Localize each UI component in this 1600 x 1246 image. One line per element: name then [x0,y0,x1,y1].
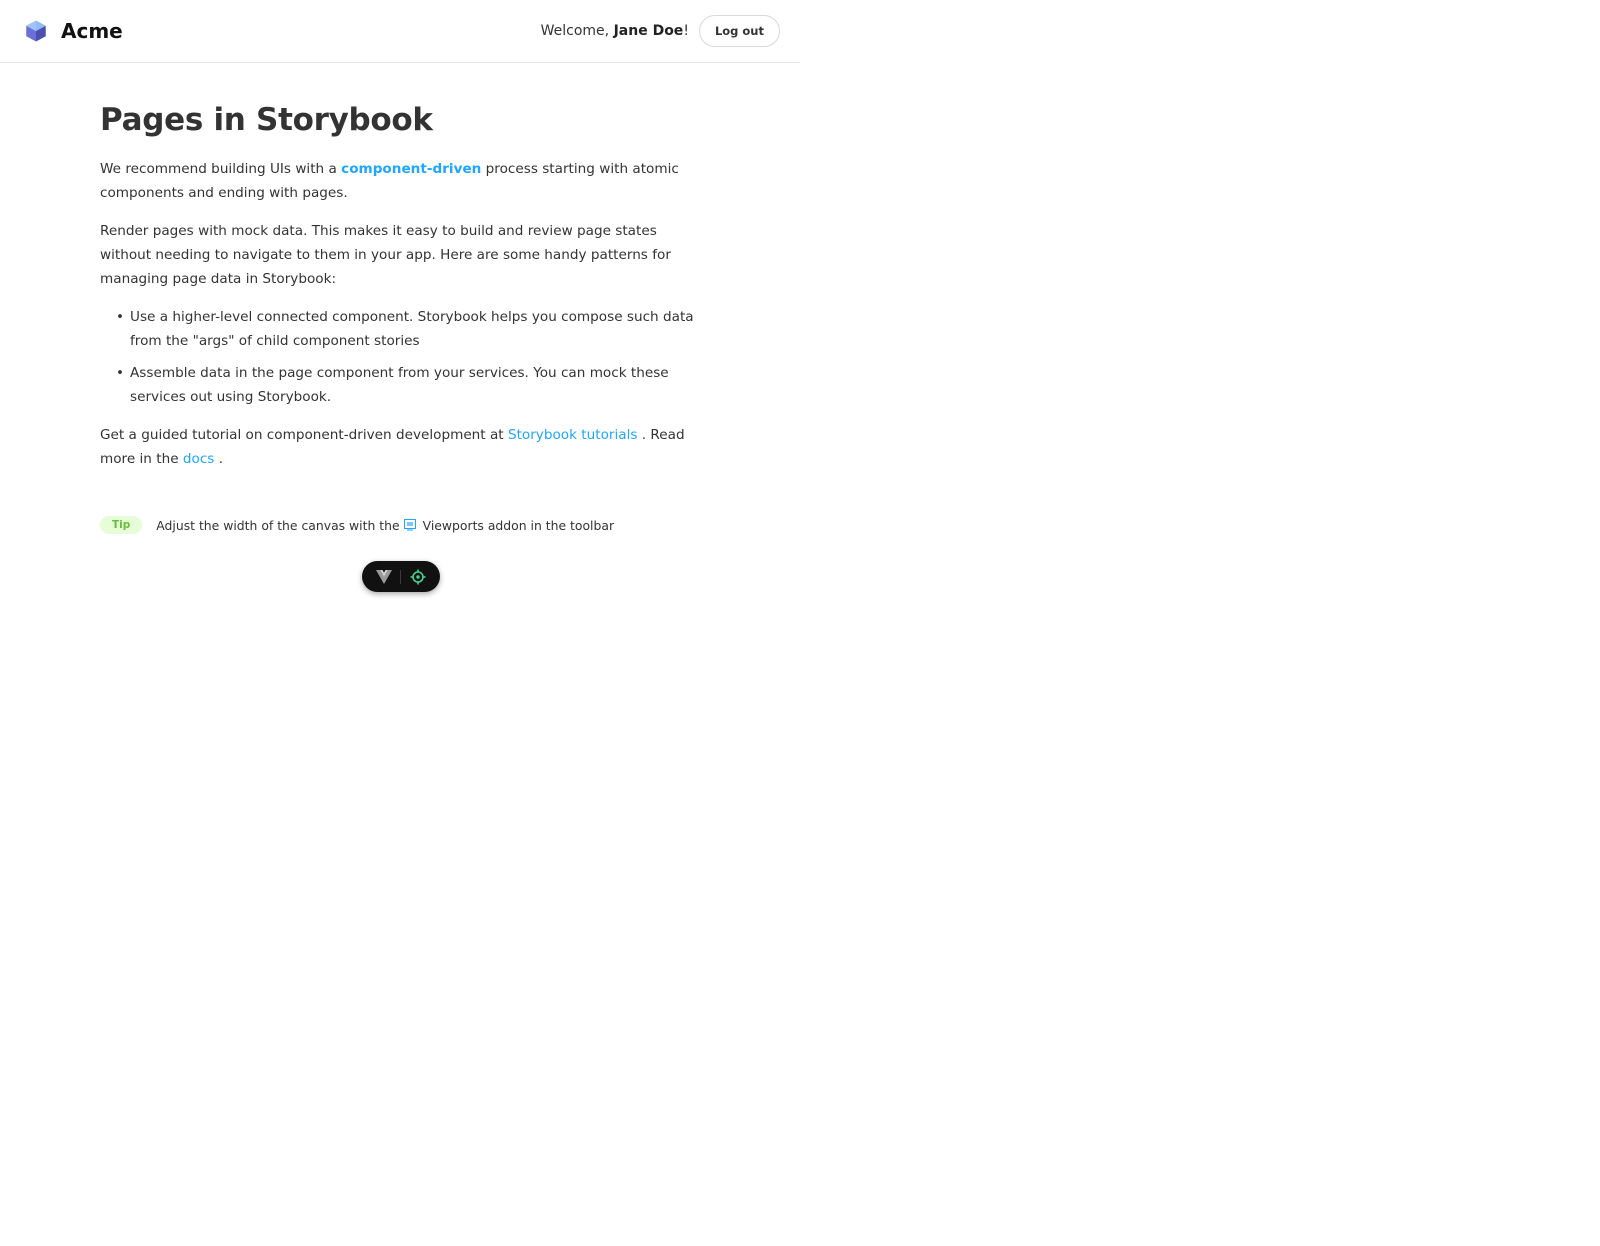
vue-logo-icon[interactable] [376,569,393,584]
tutorial-paragraph: Get a guided tutorial on component-drive… [100,423,705,471]
welcome-message: Welcome, Jane Doe! [541,23,689,39]
patterns-list: • Use a higher-level connected component.… [100,305,705,409]
mock-data-paragraph: Render pages with mock data. This makes … [100,223,671,288]
logout-button[interactable]: Log out [698,15,780,47]
vue-devtools-pill[interactable] [362,561,440,592]
component-driven-link[interactable]: component-driven [341,161,481,177]
list-item-text: Assemble data in the page component from… [130,365,669,406]
storybook-preview: Acme Welcome, Jane Doe! Log out Pages in… [0,0,800,592]
list-item: • Use a higher-level connected component.… [116,305,705,353]
tutorial-text-before: Get a guided tutorial on component-drive… [100,427,508,444]
target-icon[interactable] [410,569,426,585]
storybook-tutorials-link[interactable]: Storybook tutorials [508,427,638,443]
tip-row: Tip Adjust the width of the canvas with … [100,516,614,534]
header-user-area: Welcome, Jane Doe! Log out [541,15,780,47]
welcome-prefix: Welcome, [540,23,614,39]
tutorial-text-after: . [214,451,224,468]
bullet-icon: • [116,309,125,326]
intro-text-before: We recommend building UIs with a [100,161,342,178]
pill-divider [400,569,402,584]
intro-paragraph: We recommend building UIs with a compone… [100,157,705,205]
viewport-icon [403,519,416,531]
tip-text-before: Adjust the width of the canvas with the [156,517,400,533]
list-item: • Assemble data in the page component fro… [116,361,705,409]
welcome-suffix: ! [683,23,689,39]
tip-badge: Tip [100,516,143,534]
page-content: Pages in Storybook We recommend building… [100,103,705,485]
app-header: Acme Welcome, Jane Doe! Log out [0,0,800,63]
page-title: Pages in Storybook [100,102,433,138]
list-item-text: Use a higher-level connected component. … [130,309,694,350]
acme-logo-icon [26,20,46,42]
docs-link[interactable]: docs [183,451,215,467]
user-name: Jane Doe [613,23,684,39]
bullet-icon: • [116,365,125,382]
brand-name: Acme [61,19,123,43]
brand: Acme [24,19,123,43]
tip-text-after: Viewports addon in the toolbar [422,517,615,533]
